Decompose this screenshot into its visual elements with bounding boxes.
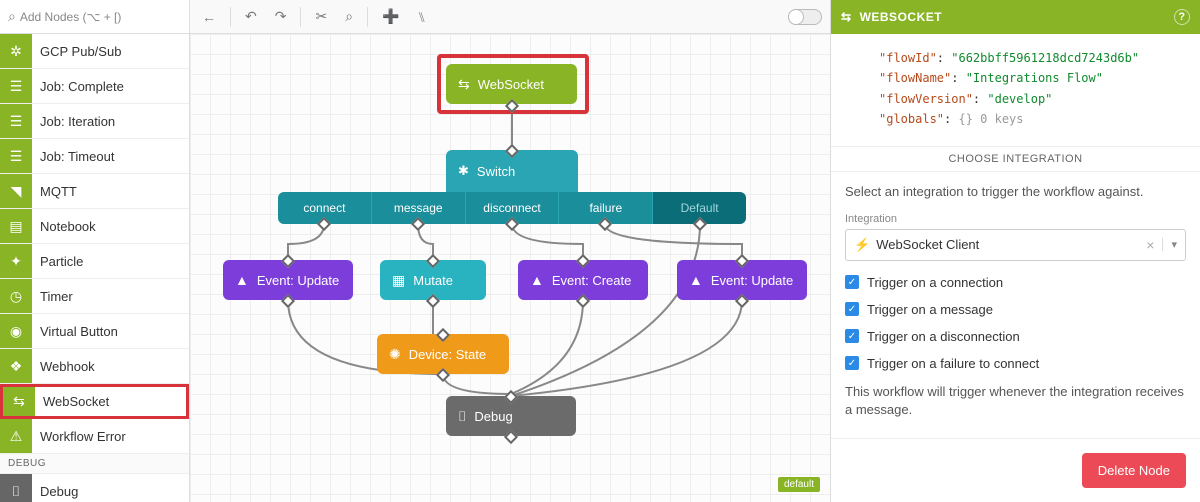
checkbox-icon: ✓ [845,275,859,289]
websocket-icon: ⇆ [458,76,470,93]
error-icon: ⚠ [0,419,32,453]
sidebar-item-job-complete[interactable]: ☰Job: Complete [0,69,189,104]
sidebar: ⌕ Add Nodes (⌥ + [) ✲GCP Pub/Sub ☰Job: C… [0,0,190,502]
chevron-down-icon[interactable]: ▾ [1162,238,1177,251]
sidebar-item-webhook[interactable]: ❖Webhook [0,349,189,384]
sidebar-section-debug: DEBUG [0,454,189,474]
details-header: ⇆ WEBSOCKET ? [831,0,1200,34]
redo-button[interactable]: ↷ [271,6,291,27]
checkbox-trigger-disconnection[interactable]: ✓Trigger on a disconnection [845,329,1186,344]
integration-label: Integration [845,213,1186,225]
sidebar-item-virtual-button[interactable]: ◉Virtual Button [0,314,189,349]
particle-icon: ✦ [0,244,32,278]
node-switch[interactable]: ✱Switch connect message disconnect failu… [278,150,746,224]
sidebar-item-debug[interactable]: ⌷Debug [0,474,189,502]
integration-hint: Select an integration to trigger the wor… [845,184,1186,199]
sidebar-item-job-iteration[interactable]: ☰Job: Iteration [0,104,189,139]
canvas-area: ← ↶ ↷ ✂ ⌕ ➕ ⑊ [190,0,830,502]
websocket-icon: ⇆ [841,10,852,24]
sidebar-item-particle[interactable]: ✦Particle [0,244,189,279]
sidebar-item-mqtt[interactable]: ◥MQTT [0,174,189,209]
trigger-description: This workflow will trigger whenever the … [845,383,1186,419]
grid-toggle[interactable] [788,9,822,25]
help-icon[interactable]: ? [1174,9,1190,25]
mutate-icon: ▦ [392,272,405,289]
bug-icon: ⌷ [458,408,466,425]
search-input[interactable]: ⌕ Add Nodes (⌥ + [) [0,0,189,34]
delete-node-button[interactable]: Delete Node [1082,453,1186,488]
checkbox-trigger-message[interactable]: ✓Trigger on a message [845,302,1186,317]
mqtt-icon: ◥ [0,174,32,208]
webhook-icon: ❖ [0,349,32,383]
job-icon: ☰ [0,139,32,173]
search-icon: ⌕ [8,8,16,25]
sidebar-item-gcp-pubsub[interactable]: ✲GCP Pub/Sub [0,34,189,69]
integration-select[interactable]: ⚡ WebSocket Client × ▾ [845,229,1186,261]
cloud-icon: ✲ [0,34,32,68]
job-icon: ☰ [0,104,32,138]
sidebar-item-websocket[interactable]: ⇆WebSocket [0,384,189,419]
button-icon: ◉ [0,314,32,348]
details-panel: ⇆ WEBSOCKET ? "flowId": "662bbff5961218d… [830,0,1200,502]
cut-button[interactable]: ✂ [311,6,331,27]
sidebar-item-timer[interactable]: ◷Timer [0,279,189,314]
checkbox-trigger-failure[interactable]: ✓Trigger on a failure to connect [845,356,1186,371]
sidebar-item-notebook[interactable]: ▤Notebook [0,209,189,244]
sidebar-item-workflow-error[interactable]: ⚠Workflow Error [0,419,189,454]
integration-value: WebSocket Client [876,237,1146,252]
node-list: ✲GCP Pub/Sub ☰Job: Complete ☰Job: Iterat… [0,34,189,502]
event-icon: ▲ [689,272,703,288]
details-title: WEBSOCKET [860,10,943,24]
notebook-icon: ▤ [0,209,32,243]
layout-button[interactable]: ⑊ [413,7,429,27]
job-icon: ☰ [0,69,32,103]
device-icon: ✺ [389,346,401,363]
checkbox-trigger-connection[interactable]: ✓Trigger on a connection [845,275,1186,290]
search-placeholder: Add Nodes (⌥ + [) [20,10,181,24]
default-badge: default [778,477,820,492]
canvas-toolbar: ← ↶ ↷ ✂ ⌕ ➕ ⑊ [190,0,830,34]
event-icon: ▲ [235,272,249,288]
zoom-button[interactable]: ⌕ [341,6,357,27]
bug-icon: ⌷ [0,474,32,502]
plug-icon: ⚡ [854,237,870,253]
add-button[interactable]: ➕ [378,6,403,27]
event-icon: ▲ [530,272,544,288]
undo-button[interactable]: ↶ [241,6,261,27]
section-choose-integration: CHOOSE INTEGRATION [831,146,1200,172]
checkbox-icon: ✓ [845,356,859,370]
checkbox-icon: ✓ [845,329,859,343]
checkbox-icon: ✓ [845,302,859,316]
switch-icon: ✱ [458,163,469,179]
websocket-icon: ⇆ [3,387,35,416]
clear-icon[interactable]: × [1146,237,1154,253]
back-button[interactable]: ← [198,7,220,27]
sidebar-item-job-timeout[interactable]: ☰Job: Timeout [0,139,189,174]
workflow-canvas[interactable]: ⇆WebSocket ✱Switch connect message disco… [190,34,830,502]
timer-icon: ◷ [0,279,32,313]
payload-preview: "flowId": "662bbff5961218dcd7243d6b" "fl… [845,44,1186,138]
